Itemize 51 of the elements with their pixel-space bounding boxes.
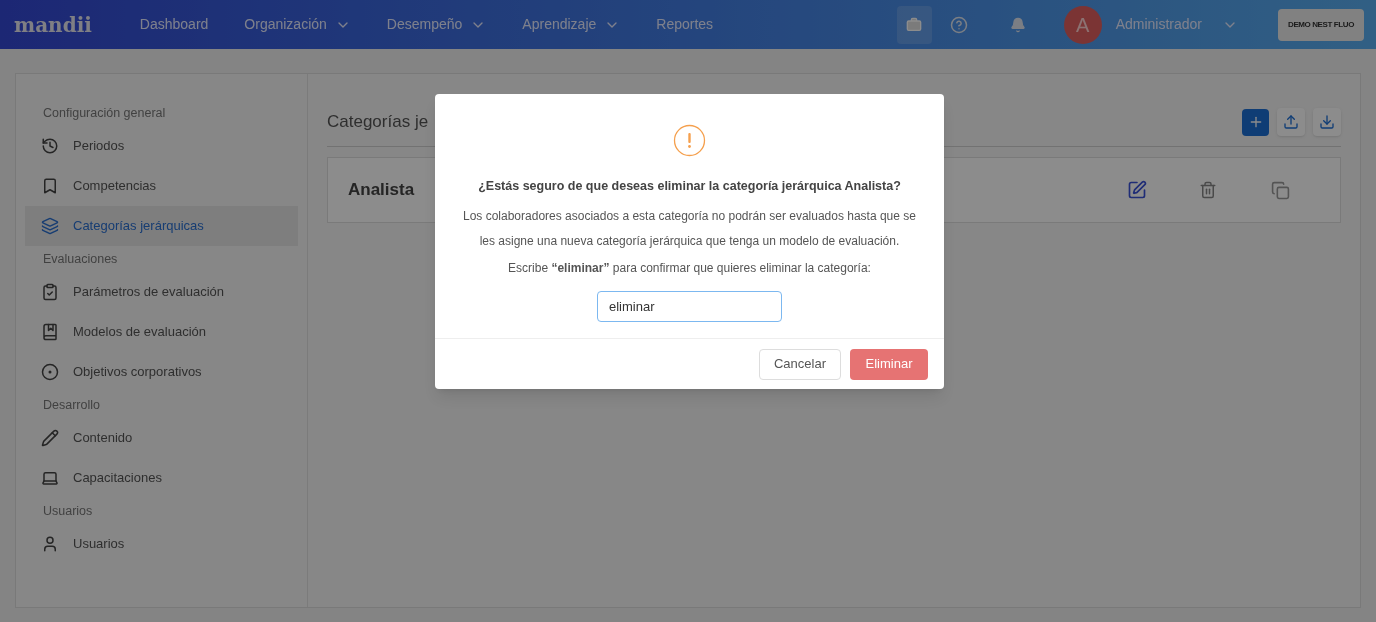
- nav-menu[interactable]: Aprendizaje: [504, 14, 639, 35]
- sidebar-item[interactable]: Objetivos corporativos: [25, 352, 298, 392]
- download-button[interactable]: [1313, 108, 1341, 136]
- section-heading: Desarrollo: [42, 396, 101, 414]
- sidebar-item[interactable]: Modelos de evaluación: [25, 312, 298, 352]
- delete-button[interactable]: Eliminar: [850, 348, 928, 380]
- edit-icon[interactable]: [1127, 180, 1147, 200]
- upload-button[interactable]: [1277, 108, 1305, 136]
- sidebar-item[interactable]: Categorías jerárquicas: [25, 206, 298, 246]
- company-button[interactable]: DEMO NEST FLUO: [1278, 8, 1364, 41]
- section-heading: Configuración general: [42, 104, 167, 122]
- nav-menu[interactable]: Desempeño: [368, 14, 505, 35]
- target-icon: [41, 363, 59, 381]
- sidebar-item[interactable]: Usuarios: [25, 524, 298, 564]
- user-menu[interactable]: Administrador: [1115, 14, 1238, 35]
- add-button[interactable]: [1242, 108, 1269, 136]
- nav-link[interactable]: Dashboard: [121, 14, 227, 35]
- dialog-title: ¿Estás seguro de que deseas eliminar la categoría jerárquica Analista?: [478, 178, 901, 195]
- copy-icon[interactable]: [1271, 180, 1290, 200]
- user-avatar[interactable]: A: [1063, 5, 1102, 44]
- sidebar-item[interactable]: Capacitaciones: [25, 458, 298, 498]
- briefcase-icon: [906, 16, 923, 33]
- sidebar-item[interactable]: Contenido: [25, 418, 298, 458]
- dialog-instruction: Escribe “eliminar” para confirmar que quieres eliminar la categoría:: [508, 259, 871, 277]
- laptop-icon: [41, 469, 59, 487]
- section-heading: Usuarios: [42, 502, 94, 520]
- notification-icon[interactable]: [1009, 16, 1026, 33]
- category-name: Analista: [348, 179, 415, 202]
- confirm-input[interactable]: eliminar: [597, 290, 782, 322]
- nav-link[interactable]: Reportes: [638, 14, 732, 35]
- user-icon: [41, 535, 59, 553]
- help-icon[interactable]: [949, 15, 968, 34]
- delete-icon[interactable]: [1199, 181, 1217, 199]
- warning-icon: [673, 124, 706, 157]
- sidebar-item[interactable]: Competencias: [25, 166, 298, 206]
- cancel-button[interactable]: Cancelar: [759, 348, 841, 380]
- bookmark-icon: [41, 177, 59, 195]
- sidebar-item[interactable]: Periodos: [25, 126, 298, 166]
- sidebar-item[interactable]: Parámetros de evaluación: [25, 272, 298, 312]
- layers-icon: [41, 217, 59, 235]
- download-icon: [1319, 114, 1335, 130]
- clipboard-check-icon: [41, 283, 59, 301]
- book-icon: [41, 323, 59, 341]
- section-heading: Evaluaciones: [42, 250, 119, 268]
- logo[interactable]: mandii: [14, 9, 92, 40]
- page-title: Categorías je: [327, 111, 429, 134]
- history-icon: [41, 137, 59, 155]
- pencil-icon: [41, 429, 59, 447]
- upload-icon: [1283, 114, 1299, 130]
- dialog-message: Los colaboradores asociados a esta categoría no podrán ser evaluados hasta que se les asigne una nueva categoría jerárquica que tenga un modelo de evaluación.: [462, 207, 917, 250]
- nav-menu[interactable]: Organización: [226, 14, 369, 35]
